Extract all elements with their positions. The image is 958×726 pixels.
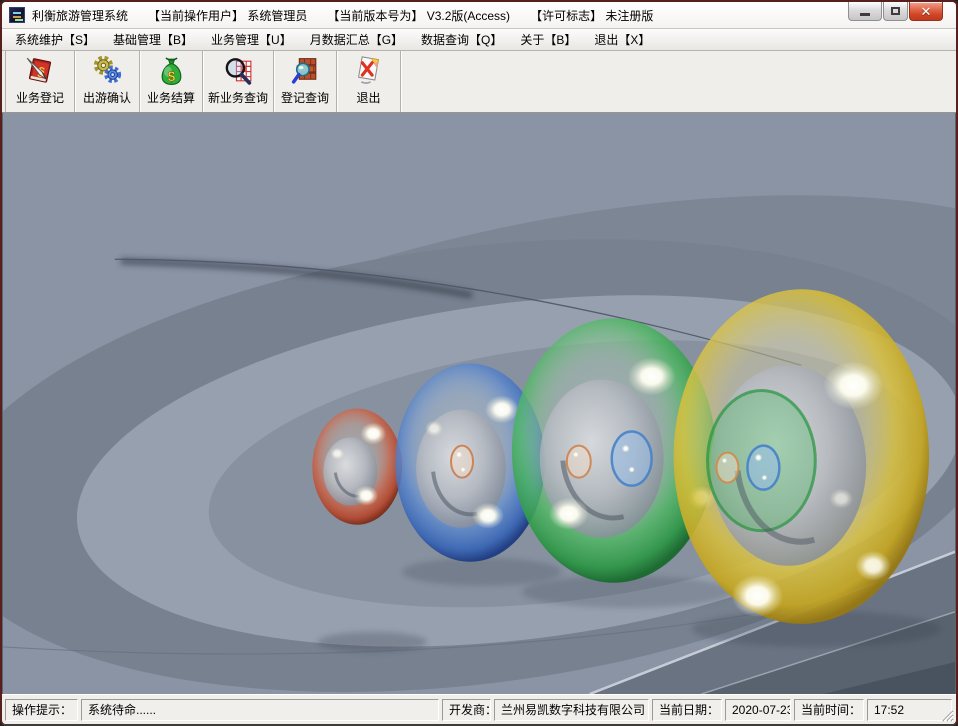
toolbar-button-new-business-query[interactable]: 新业务查询 — [203, 51, 274, 112]
toolbar-button-label: 业务结算 — [147, 89, 195, 106]
titlebar[interactable]: 利衡旅游管理系统 【当前操作用户】 系统管理员 【当前版本号为】 V3.2版(A… — [2, 2, 956, 29]
menu-item-system-maintenance[interactable]: 系统维护【S】 — [6, 28, 104, 51]
database-search-icon — [289, 54, 322, 87]
wallpaper-3d-spheres — [3, 113, 955, 694]
status-text: 17:52 — [874, 703, 904, 717]
menu-item-about[interactable]: 关于【B】 — [511, 28, 585, 51]
app-window: 利衡旅游管理系统 【当前操作用户】 系统管理员 【当前版本号为】 V3.2版(A… — [0, 0, 958, 726]
menu-item-business-management[interactable]: 业务管理【U】 — [202, 28, 301, 51]
menu-bar: 系统维护【S】 基础管理【B】 业务管理【U】 月数据汇总【G】 数据查询【Q】… — [2, 29, 956, 51]
menu-item-base-management[interactable]: 基础管理【B】 — [104, 28, 202, 51]
ledger-book-icon: § — [24, 54, 57, 87]
close-button[interactable]: ✕ — [909, 2, 943, 21]
status-developer-value: 兰州易凯数字科技有限公司 — [494, 699, 649, 721]
status-hint-label: 操作提示： — [5, 699, 78, 721]
maximize-icon — [891, 7, 900, 15]
version-info: 【当前版本号为】 V3.2版(Access) — [327, 7, 510, 24]
status-date-label: 当前日期： — [652, 699, 722, 721]
toolbar-button-label: 业务登记 — [16, 89, 64, 106]
status-text: 兰州易凯数字科技有限公司 — [501, 701, 645, 718]
menu-item-data-query[interactable]: 数据查询【Q】 — [412, 28, 511, 51]
minimize-icon — [860, 13, 870, 16]
status-text: 系统待命...... — [88, 701, 156, 718]
money-bag-icon: $ — [155, 54, 188, 87]
status-time-label: 当前时间： — [794, 699, 864, 721]
status-text: 操作提示： — [12, 701, 72, 718]
license-info: 【许可标志】 未注册版 — [530, 7, 653, 24]
toolbar-button-label: 登记查询 — [281, 89, 329, 106]
toolbar-button-label: 出游确认 — [83, 89, 131, 106]
maximize-button[interactable] — [883, 2, 908, 21]
toolbar-button-tour-confirm[interactable]: 出游确认 — [75, 51, 140, 112]
status-text: 2020-07-23 — [732, 703, 791, 717]
status-text: 当前日期： — [659, 701, 719, 718]
app-title: 利衡旅游管理系统 — [32, 7, 128, 24]
current-user-info: 【当前操作用户】 系统管理员 — [148, 7, 307, 24]
exit-page-icon — [352, 54, 385, 87]
window-controls: ✕ — [848, 2, 943, 21]
magnifier-grid-icon — [222, 54, 255, 87]
main-viewport — [2, 113, 956, 694]
status-text: 开发商： — [449, 701, 491, 718]
gears-icon — [91, 54, 124, 87]
status-text: 当前时间： — [801, 701, 861, 718]
status-date-value: 2020-07-23 — [725, 699, 791, 721]
menu-item-exit[interactable]: 退出【X】 — [585, 28, 659, 51]
app-logo-icon — [9, 7, 25, 23]
menu-item-monthly-summary[interactable]: 月数据汇总【G】 — [301, 28, 412, 51]
resize-grip[interactable] — [940, 708, 954, 722]
status-bar: 操作提示： 系统待命...... 开发商： 兰州易凯数字科技有限公司 当前日期：… — [2, 694, 956, 724]
status-developer-label: 开发商： — [442, 699, 491, 721]
toolbar-button-business-settle[interactable]: $ 业务结算 — [140, 51, 203, 112]
close-icon: ✕ — [921, 5, 932, 18]
minimize-button[interactable] — [848, 2, 882, 21]
toolbar-button-label: 退出 — [356, 89, 380, 106]
toolbar-button-register-query[interactable]: 登记查询 — [274, 51, 337, 112]
svg-text:$: $ — [167, 69, 175, 84]
toolbar-button-business-register[interactable]: § 业务登记 — [5, 51, 75, 112]
toolbar-button-label: 新业务查询 — [208, 89, 268, 106]
toolbar-button-exit[interactable]: 退出 — [337, 51, 401, 112]
status-hint-value: 系统待命...... — [81, 699, 439, 721]
toolbar: § 业务登记 出游确认 $ — [2, 51, 956, 113]
